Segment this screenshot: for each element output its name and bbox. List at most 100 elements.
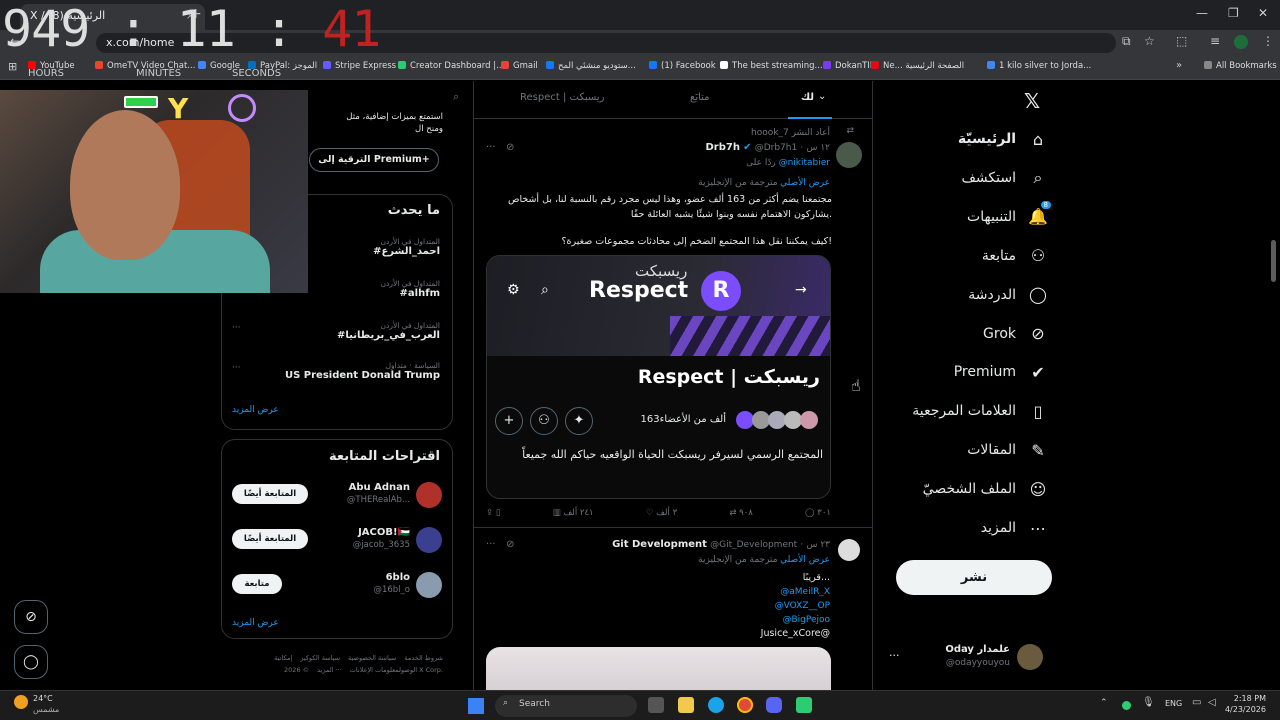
media-icon[interactable]: ≡ — [1210, 34, 1220, 48]
grok-icon[interactable]: ⊘ — [506, 142, 514, 153]
trend-item[interactable]: المتداول في الأردن #احمد_الشرع — [373, 237, 440, 257]
footer-link[interactable]: سياسة الخصوصية — [348, 654, 396, 662]
person-plus-icon[interactable]: ⚇ — [530, 407, 558, 435]
repost-button[interactable]: ⇄ ٩٠٨ — [729, 508, 753, 518]
tweet[interactable]: hoook_7 أعاد النشر ⇄ Drb7h ✔ @Drb7h1 · ١… — [474, 124, 872, 524]
tab-following[interactable]: متابَع — [690, 92, 710, 103]
sidebar-item-grok[interactable]: Grok ⊘ — [983, 319, 1048, 349]
page-scrollbar[interactable] — [1271, 240, 1276, 282]
chrome-icon[interactable] — [737, 697, 753, 713]
sparkle-icon[interactable]: ✦ — [565, 407, 593, 435]
tray-app-icon[interactable] — [1122, 701, 1131, 710]
tweet-image[interactable] — [486, 647, 831, 690]
x-logo-icon[interactable]: 𝕏 — [1024, 89, 1040, 113]
avatar[interactable] — [416, 527, 442, 553]
file-explorer-icon[interactable] — [678, 697, 694, 713]
suggestion-name[interactable]: 6blo — [386, 572, 410, 583]
more-bookmarks-icon[interactable]: » — [1176, 60, 1182, 71]
bookmark-item[interactable]: DokanTIP — [823, 61, 875, 71]
bookmark-item[interactable]: (1) Facebook — [649, 61, 716, 71]
sidebar-item-bell[interactable]: التنبيهات 🔔 8 — [967, 201, 1051, 232]
footer-link[interactable]: شروط الخدمة — [404, 654, 443, 662]
suggestion-name[interactable]: Abu Adnan — [349, 482, 410, 493]
tweet-author[interactable]: Drb7h — [705, 142, 739, 153]
sidebar-item-article[interactable]: المقالات ✎ — [967, 435, 1048, 465]
sidebar-item-bookmark[interactable]: العلامات المرجعية ▯ — [912, 396, 1048, 426]
chat-icon[interactable]: ◯ — [14, 645, 48, 679]
cast-icon[interactable]: ⧉ — [1122, 34, 1131, 49]
arrow-right-icon[interactable]: → — [795, 282, 807, 298]
weather-icon[interactable] — [14, 695, 28, 709]
all-bookmarks[interactable]: All Bookmarks — [1204, 61, 1277, 71]
profile-avatar[interactable] — [1234, 35, 1248, 49]
trend-more-icon[interactable]: ··· — [232, 363, 241, 373]
follow-suggestion[interactable]: Abu Adnan @THERealAb... المتابعة أيضًا — [222, 480, 452, 520]
upgrade-premium-button[interactable]: الترقية إلى Premium+ — [309, 148, 439, 172]
who-show-more[interactable]: عرض المزيد — [232, 618, 279, 628]
tweet-time[interactable]: ٢٣ س — [806, 540, 830, 550]
task-view-icon[interactable] — [648, 697, 664, 713]
community-card[interactable]: Respect ريسبكت R ⚙ ⌕ → Respect | ريسبكت … — [486, 255, 831, 499]
mention-link[interactable]: @BigPejoo — [761, 613, 830, 627]
follow-button[interactable]: متابعة — [232, 574, 282, 594]
tweet-handle[interactable]: @Drb7h1 — [755, 143, 798, 153]
mention-link[interactable]: @aMeilR_X — [761, 585, 830, 599]
browser-menu-icon[interactable]: ⋮ — [1262, 34, 1274, 48]
grok-icon[interactable]: ⊘ — [14, 600, 48, 634]
bookmark-item[interactable]: Ne... الصفحة الرئيسية — [871, 61, 964, 71]
trends-show-more[interactable]: عرض المزيد — [232, 405, 279, 415]
trend-more-icon[interactable]: ··· — [232, 323, 241, 333]
footer-link[interactable]: معلومات الإعلانات — [350, 666, 399, 674]
taskbar-search[interactable]: ⌕ Search — [495, 695, 637, 717]
tray-chevron-icon[interactable]: ⌃ — [1100, 698, 1108, 708]
tab-for-you[interactable]: لك — [801, 92, 814, 103]
more-icon[interactable]: ··· — [486, 539, 496, 550]
follow-button[interactable]: المتابعة أيضًا — [232, 529, 308, 549]
share-icon[interactable]: ⇪ ▯ — [486, 508, 501, 518]
language-indicator[interactable]: ENG — [1165, 699, 1182, 708]
taskbar-date[interactable]: 4/23/2026 — [1222, 705, 1266, 714]
show-original-link[interactable]: عرض الأصلي — [780, 555, 830, 565]
footer-link[interactable]: ··· المزيد — [317, 666, 342, 674]
like-button[interactable]: ♡ ٣ ألف — [646, 508, 677, 518]
trend-item[interactable]: السياسة · متداول US President Donald Trum… — [285, 361, 440, 381]
bookmark-item[interactable]: Gmail — [501, 61, 538, 71]
chevron-down-icon[interactable]: ⌄ — [818, 91, 826, 102]
grok-icon[interactable]: ⊘ — [506, 539, 514, 550]
extensions-icon[interactable]: ⬚ — [1176, 34, 1187, 48]
more-icon[interactable]: ··· — [486, 142, 496, 153]
account-more-icon[interactable]: ... — [889, 646, 900, 659]
app-icon[interactable] — [796, 697, 812, 713]
settings-icon[interactable]: ⚙ — [507, 282, 520, 298]
add-community-icon[interactable]: + — [495, 407, 523, 435]
weather-temp[interactable]: 24°C — [33, 694, 53, 703]
discord-icon[interactable] — [766, 697, 782, 713]
sidebar-item-verified[interactable]: Premium ✔ — [954, 357, 1048, 387]
community-title[interactable]: Respect | ريسبكت — [638, 366, 820, 388]
avatar[interactable] — [416, 572, 442, 598]
follow-suggestion[interactable]: 6blo @16bl_o متابعة — [222, 570, 452, 610]
avatar[interactable] — [836, 142, 862, 168]
mention-link[interactable]: @VOXZ__OP — [761, 599, 830, 613]
reply-button[interactable]: ◯ ٣٠١ — [805, 508, 831, 518]
close-window-icon[interactable]: ✕ — [1258, 6, 1268, 20]
sidebar-item-home[interactable]: الرئيسيّة ⌂ — [958, 124, 1048, 154]
network-icon[interactable]: ▭ — [1192, 697, 1201, 708]
suggestion-name[interactable]: JACOB!🇵🇸 — [358, 527, 410, 538]
volume-icon[interactable]: ◁ — [1208, 697, 1216, 708]
tweet-author[interactable]: Git Development — [612, 539, 707, 550]
edge-icon[interactable] — [708, 697, 724, 713]
trend-item[interactable]: المتداول في الأردن #alhfm — [381, 279, 441, 299]
tab-community[interactable]: Respect | ريسبكت — [520, 92, 604, 103]
show-original-link[interactable]: عرض الأصلي — [780, 178, 830, 188]
search-icon[interactable]: ⌕ — [541, 282, 549, 298]
bookmark-item[interactable]: Stripe Express — [323, 61, 396, 71]
follow-suggestion[interactable]: JACOB!🇵🇸 @jacob_3635 المتابعة أيضًا — [222, 525, 452, 565]
apps-grid-icon[interactable]: ⊞ — [8, 60, 17, 73]
avatar[interactable] — [416, 482, 442, 508]
maximize-icon[interactable]: ❐ — [1228, 6, 1239, 20]
star-icon[interactable]: ☆ — [1144, 34, 1155, 48]
trend-item[interactable]: المتداول في الأردن #العرب_في_بريطانيا — [337, 321, 440, 341]
sidebar-item-chat[interactable]: الدردشة ◯ — [968, 280, 1048, 310]
sidebar-item-more[interactable]: المزيد ⋯ — [981, 513, 1048, 543]
